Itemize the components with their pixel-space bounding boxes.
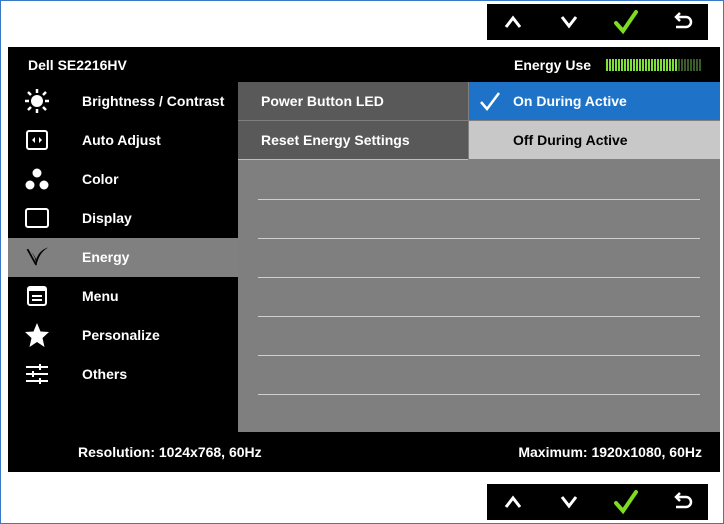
energy-meter-segment [633,59,635,71]
energy-meter-segment [663,59,665,71]
energy-meter-segment [636,59,638,71]
divider [258,277,700,278]
chevron-up-icon [504,15,522,28]
sidebar-item-label: Auto Adjust [82,132,161,148]
up-button[interactable] [487,484,540,520]
energy-meter-segment [648,59,650,71]
energy-meter-segment [609,59,611,71]
sidebar-item-label: Color [82,171,119,187]
energy-meter-segment [699,59,701,71]
divider [258,316,700,317]
auto-adjust-icon [24,127,50,153]
energy-meter-segment [621,59,623,71]
energy-meter-segment [612,59,614,71]
energy-meter-segment [615,59,617,71]
option-label: On During Active [513,93,627,109]
option-off-during-active[interactable]: Off During Active [469,121,720,159]
down-button[interactable] [543,484,596,520]
sidebar-item-others[interactable]: Others [8,355,238,394]
sidebar-item-menu[interactable]: Menu [8,277,238,316]
energy-leaf-icon [24,244,50,270]
sidebar-item-label: Brightness / Contrast [82,93,225,109]
energy-meter-segment [642,59,644,71]
bottom-button-bar [487,484,708,520]
main-menu: Brightness / Contrast Auto Adjust Color … [8,82,238,432]
energy-meter-segment [627,59,629,71]
star-icon [24,322,50,348]
sidebar-item-color[interactable]: Color [8,160,238,199]
energy-meter-segment [618,59,620,71]
return-arrow-icon [674,492,693,509]
submenu-panel: Power Button LED Reset Energy Settings O… [238,82,720,432]
energy-meter-segment [675,59,677,71]
down-button[interactable] [543,4,596,40]
ok-button[interactable] [599,484,652,520]
divider [258,355,700,356]
sidebar-item-brightness-contrast[interactable]: Brightness / Contrast [8,82,238,121]
sidebar-item-energy[interactable]: Energy [8,238,238,277]
energy-meter-segment [606,59,608,71]
divider [258,199,700,200]
energy-meter-segment [639,59,641,71]
energy-meter-segment [672,59,674,71]
energy-meter-segment [669,59,671,71]
energy-meter-segment [696,59,698,71]
color-icon [24,166,50,192]
menu-icon [24,283,50,309]
brightness-icon [24,88,50,114]
sidebar-item-display[interactable]: Display [8,199,238,238]
sliders-icon [24,361,50,387]
submenu-item-label: Reset Energy Settings [261,132,410,148]
energy-meter-segment [651,59,653,71]
maximum-resolution: Maximum: 1920x1080, 60Hz [518,444,702,460]
energy-meter-segment [654,59,656,71]
energy-meter-segment [630,59,632,71]
energy-meter-segment [666,59,668,71]
submenu-item-power-button-led[interactable]: Power Button LED [238,82,468,120]
energy-use-meter [606,59,701,71]
submenu-item-reset-energy-settings[interactable]: Reset Energy Settings [238,121,468,160]
energy-use-label: Energy Use [514,57,592,73]
energy-meter-segment [657,59,659,71]
checkmark-icon [480,92,500,111]
chevron-down-icon [561,496,578,509]
energy-meter-segment [690,59,692,71]
sidebar-item-label: Energy [82,249,130,265]
energy-meter-segment [684,59,686,71]
monitor-model: Dell SE2216HV [28,57,127,73]
energy-meter-segment [687,59,689,71]
submenu-item-label: Power Button LED [261,93,384,109]
energy-meter-segment [681,59,683,71]
current-resolution: Resolution: 1024x768, 60Hz [78,444,262,460]
chevron-up-icon [504,495,522,508]
sidebar-item-label: Menu [82,288,119,304]
ok-button[interactable] [599,4,652,40]
energy-meter-segment [624,59,626,71]
top-button-bar [487,4,708,40]
option-on-during-active[interactable]: On During Active [469,82,720,120]
osd-footer: Resolution: 1024x768, 60Hz Maximum: 1920… [8,432,720,472]
display-icon [24,205,50,231]
sidebar-item-label: Display [82,210,132,226]
divider [258,394,700,395]
energy-meter-segment [678,59,680,71]
back-button[interactable] [655,484,708,520]
divider [258,238,700,239]
up-button[interactable] [487,4,540,40]
energy-meter-segment [693,59,695,71]
checkmark-icon [613,490,638,515]
return-arrow-icon [674,12,693,29]
sidebar-item-label: Others [82,366,128,382]
sidebar-item-label: Personalize [82,327,160,343]
sidebar-item-personalize[interactable]: Personalize [8,316,238,355]
osd-menu: Dell SE2216HV Energy Use Brightness / Co… [8,47,720,472]
energy-meter-segment [645,59,647,71]
option-label: Off During Active [513,132,628,148]
energy-meter-segment [660,59,662,71]
back-button[interactable] [655,4,708,40]
osd-header: Dell SE2216HV Energy Use [8,47,720,82]
chevron-down-icon [561,16,578,29]
checkmark-icon [613,10,638,35]
sidebar-item-auto-adjust[interactable]: Auto Adjust [8,121,238,160]
